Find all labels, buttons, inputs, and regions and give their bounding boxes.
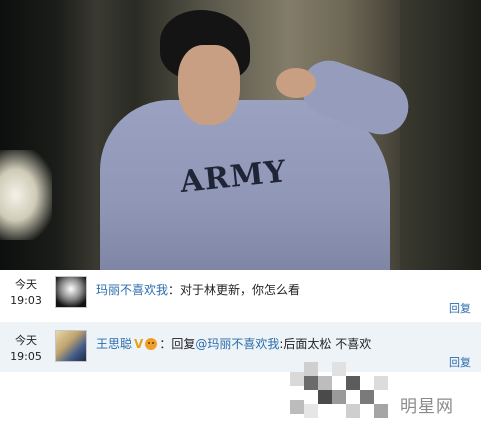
comment-row: 今天 19:03 玛丽不喜欢我：对于林更新，你怎么看 回复 bbox=[0, 270, 481, 320]
verified-badge-icon: V bbox=[134, 337, 144, 351]
concrete-pillar bbox=[400, 0, 481, 270]
separator: ： bbox=[159, 337, 172, 351]
comment-text: 对于林更新，你怎么看 bbox=[180, 283, 301, 297]
time-clock: 19:03 bbox=[10, 294, 42, 307]
time-clock: 19:05 bbox=[10, 350, 42, 363]
photo: ARMY bbox=[0, 0, 481, 270]
comment-time: 今天 19:03 bbox=[8, 276, 44, 307]
mosaic-blur bbox=[290, 362, 400, 428]
comment-text: :后面太松 不喜欢 bbox=[279, 337, 372, 351]
author-link[interactable]: 王思聪 bbox=[96, 337, 132, 351]
reply-link[interactable]: 回复 bbox=[449, 354, 471, 370]
avatar[interactable] bbox=[55, 330, 87, 362]
comment-row: 今天 19:05 王思聪 V ：回复@玛丽不喜欢我:后面太松 不喜欢 回复 bbox=[0, 322, 481, 372]
time-day: 今天 bbox=[15, 334, 37, 347]
reply-prefix: 回复 bbox=[171, 337, 196, 351]
comment-time: 今天 19:05 bbox=[8, 332, 44, 363]
separator: ： bbox=[168, 283, 181, 297]
comment-line: 玛丽不喜欢我：对于林更新，你怎么看 bbox=[96, 281, 300, 298]
vip-face-icon bbox=[145, 338, 158, 350]
reply-link[interactable]: 回复 bbox=[449, 300, 471, 316]
author-link[interactable]: 玛丽不喜欢我 bbox=[96, 283, 168, 297]
face bbox=[178, 45, 240, 125]
comment-line: 王思聪 V ：回复@玛丽不喜欢我:后面太松 不喜欢 bbox=[96, 335, 371, 352]
time-day: 今天 bbox=[15, 278, 37, 291]
watermark: 明星网 bbox=[400, 397, 454, 417]
window-light bbox=[0, 150, 52, 240]
mention-link[interactable]: @玛丽不喜欢我 bbox=[195, 337, 279, 351]
hand bbox=[276, 68, 316, 98]
avatar[interactable] bbox=[55, 276, 87, 308]
